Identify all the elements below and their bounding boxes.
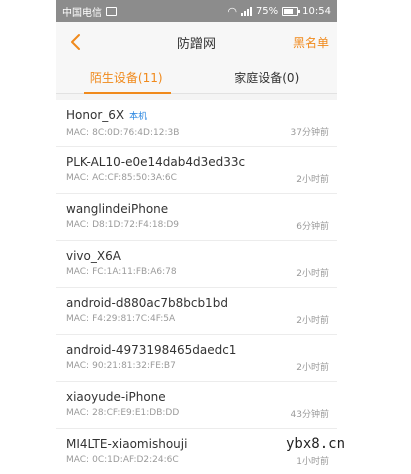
device-row[interactable]: xiaoyude-iPhone MAC: 28:CF:E9:E1:DB:DD 43分钟… — [56, 382, 337, 429]
title-bar: 防蹭网 黑名单 — [56, 22, 337, 62]
mac-label: MAC: — [66, 173, 90, 183]
last-seen-time: 37分钟前 — [290, 128, 329, 138]
mac-label: MAC: — [66, 220, 90, 230]
sim-icon — [106, 6, 117, 16]
last-seen-time: 2小时前 — [296, 175, 329, 185]
last-seen-time: 2小时前 — [296, 316, 329, 326]
device-row[interactable]: PLK-AL10-e0e14dab4d3ed33c MAC: AC:CF:85:50… — [56, 147, 337, 194]
device-name: xiaoyude-iPhone — [66, 390, 166, 404]
mac-label: MAC: — [66, 361, 90, 371]
mac-address: FC:1A:11:FB:A6:78 — [92, 267, 177, 277]
clock: 10:54 — [302, 5, 331, 17]
tab-stranger-devices[interactable]: 陌生设备(11) — [56, 62, 197, 94]
device-name: wanglindeiPhone — [66, 202, 169, 216]
last-seen-time: 2小时前 — [296, 363, 329, 373]
last-seen-time: 43分钟前 — [290, 410, 329, 420]
device-row[interactable]: android-d880ac7b8bcb1bd MAC: F4:29:81:7C:4… — [56, 288, 337, 335]
device-name-row: Honor_6X 本机 — [66, 108, 337, 125]
device-name: Honor_6X — [66, 108, 125, 122]
device-row[interactable]: Honor_6X 本机 MAC: 8C:0D:76:4D:12:3B 37分钟前 — [56, 100, 337, 147]
this-device-badge: 本机 — [129, 112, 148, 122]
back-arrow-icon[interactable] — [66, 32, 86, 52]
device-row[interactable]: android-4973198465daedc1 MAC: 90:21:81:32:… — [56, 335, 337, 382]
mac-label: MAC: — [66, 128, 90, 138]
last-seen-time: 2小时前 — [296, 269, 329, 279]
mac-address: 28:CF:E9:E1:DB:DD — [92, 408, 180, 418]
last-seen-time: 1小时前 — [296, 457, 329, 467]
mac-label: MAC: — [66, 267, 90, 277]
device-name: MI4LTE-xiaomishouji — [66, 437, 188, 451]
device-row[interactable]: wanglindeiPhone MAC: D8:1D:72:F4:18:D9 6分钟前 — [56, 194, 337, 241]
device-row[interactable]: vivo_X6A MAC: FC:1A:11:FB:A6:78 2小时前 — [56, 241, 337, 288]
mac-address: AC:CF:85:50:3A:6C — [92, 173, 177, 183]
battery-icon — [282, 6, 301, 16]
tab-family-devices[interactable]: 家庭设备(0) — [197, 62, 338, 93]
phone-screen: 中国电信 ◠ 75% 10:54 防蹭网 黑名单 陌生设备(11) 家庭设备(0… — [56, 0, 337, 474]
device-name: PLK-AL10-e0e14dab4d3ed33c — [66, 155, 246, 169]
device-tabs: 陌生设备(11) 家庭设备(0) — [56, 62, 337, 94]
watermark: ybx8.cn — [286, 436, 346, 452]
mac-label: MAC: — [66, 455, 90, 465]
mac-address: 0C:1D:AF:D2:24:6C — [92, 455, 179, 465]
wifi-icon: ◠ — [227, 4, 237, 18]
device-name-row: wanglindeiPhone — [66, 202, 337, 217]
device-name-row: android-4973198465daedc1 — [66, 343, 337, 358]
mac-address: 8C:0D:76:4D:12:3B — [92, 128, 180, 138]
device-name-row: PLK-AL10-e0e14dab4d3ed33c — [66, 155, 337, 170]
page-title: 防蹭网 — [176, 36, 216, 52]
device-name: android-4973198465daedc1 — [66, 343, 237, 357]
battery-percent: 75% — [255, 5, 279, 17]
mac-address: D8:1D:72:F4:18:D9 — [92, 220, 180, 230]
device-name-row: vivo_X6A — [66, 249, 337, 264]
mac-label: MAC: — [66, 408, 90, 418]
device-name: android-d880ac7b8bcb1bd — [66, 296, 228, 310]
device-name-row: android-d880ac7b8bcb1bd — [66, 296, 337, 311]
blacklist-button[interactable]: 黑名单 — [293, 34, 329, 51]
device-list: Honor_6X 本机 MAC: 8C:0D:76:4D:12:3B 37分钟前 PLK-… — [56, 100, 337, 474]
status-bar: 中国电信 ◠ 75% 10:54 — [56, 0, 337, 22]
mac-address: 90:21:81:32:FE:B7 — [92, 361, 176, 371]
device-name: vivo_X6A — [66, 249, 121, 263]
device-name-row: xiaoyude-iPhone — [66, 390, 337, 405]
signal-icon — [240, 6, 252, 16]
mac-label: MAC: — [66, 314, 90, 324]
carrier-label: 中国电信 — [62, 7, 102, 19]
mac-address: F4:29:81:7C:4F:5A — [92, 314, 176, 324]
last-seen-time: 6分钟前 — [296, 222, 329, 232]
